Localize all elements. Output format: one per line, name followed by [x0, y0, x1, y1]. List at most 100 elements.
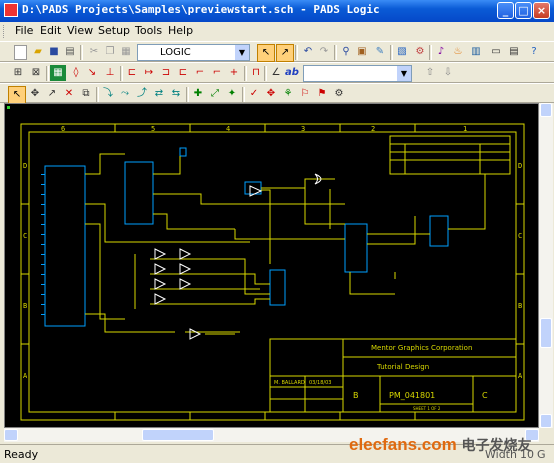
library-icon[interactable]: ▥ [468, 44, 484, 60]
col-number: 3 [301, 125, 305, 133]
pads-logo-icon [4, 3, 18, 17]
title-block-title: Tutorial Design [376, 363, 429, 371]
select-filter-icon[interactable]: ↗ [276, 44, 294, 62]
select-mode-icon[interactable]: ↖ [257, 44, 275, 62]
chevron-down-icon[interactable]: ▼ [397, 66, 411, 81]
arrow-down-icon[interactable]: ⇩ [440, 65, 456, 81]
add-bus-entry-icon[interactable]: ⤢ [207, 86, 223, 102]
mirror-y-icon[interactable]: ⤴ [134, 86, 150, 102]
paste-icon[interactable]: ▦ [118, 44, 134, 60]
edit-text-icon[interactable]: ⚐ [297, 86, 313, 102]
chevron-down-icon[interactable]: ▼ [235, 45, 249, 60]
edit-field-icon[interactable]: ⚘ [280, 86, 296, 102]
edit-pin-icon[interactable]: ✓ [246, 86, 262, 102]
new-icon[interactable] [14, 45, 27, 60]
copy-part-icon[interactable]: ⧉ [78, 86, 94, 102]
undo-icon[interactable]: ↶ [300, 44, 316, 60]
add-gate-icon[interactable]: ⊏ [124, 65, 140, 81]
wrench-icon[interactable]: ✎ [372, 44, 388, 60]
row-letter: B [518, 302, 522, 310]
filter-icon[interactable]: ⊞ [10, 65, 26, 81]
cut-icon[interactable]: ✂ [86, 44, 102, 60]
add-wire-icon[interactable]: ✚ [190, 86, 206, 102]
properties-icon[interactable]: ▣ [354, 44, 370, 60]
search-field[interactable]: ▼ [303, 65, 412, 82]
draw-icon[interactable]: ∠ [268, 65, 284, 81]
row-letter: B [23, 302, 27, 310]
part-type-select[interactable]: LOGIC ▼ [137, 44, 250, 61]
title-block-drawn-by: M. BALLARD [274, 380, 305, 386]
drafting-toolbar: ↖ ✥ ↗ ✕ ⧉ ⤵ ⤳ ⤴ ⇄ ⇆ ✚ ⤢ ✦ ✓ ✥ ⚘ ⚐ ⚑ ⚙ [0, 83, 554, 104]
schematic-drawing: 6 5 4 3 2 1 D C B A D C B A Mentor Graph… [20, 123, 525, 421]
add-line-icon[interactable]: ⌐ [209, 65, 225, 81]
select-nets-icon[interactable]: ⊠ [28, 65, 44, 81]
layout-link-icon[interactable]: ▧ [394, 44, 410, 60]
move-cross-icon[interactable]: ✥ [27, 86, 43, 102]
title-block-date: 03/18/03 [309, 380, 331, 386]
menu-help[interactable]: Help [168, 24, 193, 37]
pads-layout-icon[interactable]: ⚙ [412, 44, 428, 60]
vertical-scroll-thumb[interactable] [540, 318, 552, 348]
arrow-up-icon[interactable]: ⇧ [422, 65, 438, 81]
edit-attr-icon[interactable]: ⚑ [314, 86, 330, 102]
close-button[interactable]: × [533, 2, 550, 19]
macro-icon[interactable]: ♪ [433, 44, 449, 60]
project-explorer-icon[interactable]: ▤ [506, 44, 522, 60]
add-connection-icon[interactable]: ◊ [68, 65, 84, 81]
row-letter: A [518, 372, 523, 380]
save-icon[interactable]: ■ [46, 44, 62, 60]
horizontal-scroll-thumb[interactable] [142, 429, 214, 441]
move-icon[interactable]: ↦ [141, 65, 157, 81]
title-block-size: B [353, 391, 359, 400]
menu-file[interactable]: File [15, 24, 33, 37]
row-letter: D [518, 162, 522, 170]
delete-icon[interactable]: ✕ [61, 86, 77, 102]
swap-gate-icon[interactable]: ⇆ [168, 86, 184, 102]
help-icon[interactable]: ? [526, 44, 542, 60]
scroll-left-arrow-icon[interactable] [4, 429, 18, 441]
select-arrow-icon[interactable]: ↖ [8, 86, 26, 104]
minimize-button[interactable]: _ [497, 2, 514, 19]
mirror-x-icon[interactable]: ⤳ [117, 86, 133, 102]
part-type-value: LOGIC [160, 47, 191, 58]
drag-icon[interactable]: ↗ [44, 86, 60, 102]
vertical-scrollbar[interactable] [539, 103, 553, 428]
menu-bar: File Edit View Setup Tools Help [0, 22, 554, 41]
add-pin-icon[interactable]: + [226, 65, 242, 81]
title-block-sheet: SHEET 1 OF 2 [413, 406, 441, 411]
menu-setup[interactable]: Setup [98, 24, 130, 37]
edit-ref-icon[interactable]: ⚙ [331, 86, 347, 102]
status-grid-value: G [537, 448, 546, 461]
scroll-down-arrow-icon[interactable] [540, 414, 552, 428]
schematic-canvas[interactable]: 6 5 4 3 2 1 D C B A D C B A Mentor Graph… [4, 103, 539, 428]
menu-view[interactable]: View [67, 24, 93, 37]
add-text-icon[interactable]: ⌐ [192, 65, 208, 81]
edit-net-icon[interactable]: ✥ [263, 86, 279, 102]
copy-icon[interactable]: ❐ [102, 44, 118, 60]
add-junction-icon[interactable]: ✦ [224, 86, 240, 102]
title-block-rev: C [482, 391, 488, 400]
standard-toolbar: ▰ ■ ▤ ✂ ❐ ▦ LOGIC ▼ ↖ ↗ ↶ ↷ ⚲ ▣ ✎ ▧ ⚙ ♪ … [0, 41, 554, 62]
window-title: D:\PADS Projects\Samples\previewstart.sc… [22, 3, 380, 16]
print-icon[interactable]: ▤ [62, 44, 78, 60]
redo-icon[interactable]: ↷ [316, 44, 332, 60]
add-bus-icon[interactable]: ↘ [84, 65, 100, 81]
rotate-90-icon[interactable]: ⤵ [100, 86, 116, 102]
add-2d-icon[interactable]: ⊓ [248, 65, 264, 81]
flip-icon[interactable]: ⊏ [175, 65, 191, 81]
router-icon[interactable]: ♨ [450, 44, 466, 60]
open-icon[interactable]: ▰ [30, 44, 46, 60]
add-field-icon[interactable]: ⊥ [102, 65, 118, 81]
find-icon[interactable]: ⚲ [338, 44, 354, 60]
menu-edit[interactable]: Edit [40, 24, 61, 37]
status-ready: Ready [4, 448, 39, 461]
scroll-up-arrow-icon[interactable] [540, 103, 552, 117]
text-style-icon[interactable]: ab [284, 65, 300, 81]
col-number: 2 [371, 125, 375, 133]
add-part-icon[interactable]: ▦ [50, 65, 66, 81]
swap-pin-icon[interactable]: ⇄ [151, 86, 167, 102]
maximize-button[interactable]: □ [515, 2, 532, 19]
output-window-icon[interactable]: ▭ [488, 44, 504, 60]
rotate-icon[interactable]: ⊐ [158, 65, 174, 81]
menu-tools[interactable]: Tools [135, 24, 162, 37]
